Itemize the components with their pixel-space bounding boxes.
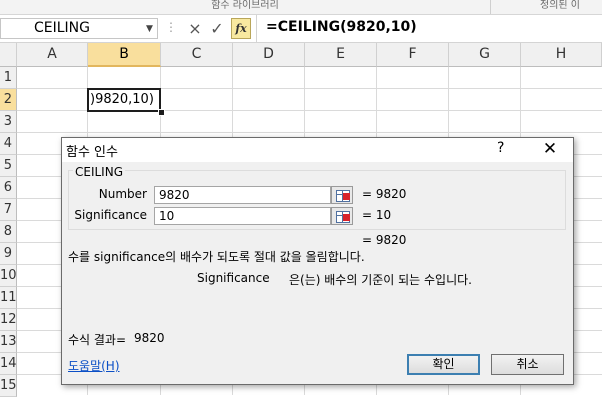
arg-description-name: Significance	[197, 271, 270, 285]
function-name-label: CEILING	[73, 165, 125, 179]
formula-bar-divider	[256, 15, 257, 42]
name-box-value: CEILING	[34, 20, 90, 36]
formula-result-value: 9820	[134, 331, 165, 345]
formula-input[interactable]: =CEILING(9820,10)	[266, 19, 417, 35]
function-result-preview: = 9820	[362, 233, 407, 247]
row-header-1[interactable]: 1	[0, 67, 17, 89]
row-header-10[interactable]: 10	[0, 265, 17, 287]
arg-description-text: 은(는) 배수의 기준이 되는 수입니다.	[289, 273, 472, 287]
grid-line	[17, 132, 602, 133]
active-cell-text: )9820,10)	[90, 92, 154, 107]
row-header-15[interactable]: 15	[0, 375, 17, 397]
significance-arg-result: = 10	[362, 208, 392, 222]
row-header-5[interactable]: 5	[0, 155, 17, 177]
row-header-11[interactable]: 11	[0, 287, 17, 309]
function-description: 수를 significance의 배수가 되도록 절대 값을 올림합니다.	[68, 250, 365, 264]
row-header-13[interactable]: 13	[0, 331, 17, 353]
cancel-icon[interactable]: ×	[185, 19, 205, 39]
row-header-8[interactable]: 8	[0, 221, 17, 243]
column-header-h[interactable]: H	[521, 43, 602, 67]
ribbon-group-defined-names[interactable]: 정의된 이	[540, 0, 602, 13]
column-header-b[interactable]: B	[88, 43, 161, 67]
row-header-4[interactable]: 4	[0, 133, 17, 155]
ribbon-group-function-library[interactable]: 함수 라이브러리	[160, 0, 330, 13]
chevron-down-icon[interactable]: ▼	[146, 24, 153, 34]
select-all-corner[interactable]	[0, 43, 17, 67]
column-header-f[interactable]: F	[377, 43, 449, 67]
row-header-2[interactable]: 2	[0, 89, 17, 111]
number-arg-label: Number	[98, 187, 147, 201]
column-header-a[interactable]: A	[17, 43, 88, 67]
row-header-6[interactable]: 6	[0, 177, 17, 199]
resize-grip-icon[interactable]: ⋮	[165, 20, 177, 34]
number-arg-input[interactable]: 9820	[154, 186, 331, 204]
enter-check-icon[interactable]: ✓	[207, 19, 227, 39]
significance-range-select-icon[interactable]	[331, 207, 353, 225]
row-header-9[interactable]: 9	[0, 243, 17, 265]
ok-button[interactable]: 확인	[407, 354, 480, 375]
column-header-g[interactable]: G	[449, 43, 521, 67]
formula-result-label: 수식 결과=	[68, 333, 127, 347]
column-header-e[interactable]: E	[305, 43, 377, 67]
insert-function-button[interactable]: fx	[231, 18, 251, 39]
row-header-3[interactable]: 3	[0, 111, 17, 133]
help-link[interactable]: 도움말(H)	[68, 357, 120, 374]
significance-arg-label: Significance	[74, 208, 147, 222]
close-icon[interactable]: ✕	[539, 137, 561, 161]
help-icon[interactable]: ?	[497, 140, 504, 156]
significance-arg-input[interactable]: 10	[154, 207, 331, 225]
column-header-d[interactable]: D	[233, 43, 305, 67]
number-arg-result: = 9820	[362, 187, 407, 201]
column-header-c[interactable]: C	[161, 43, 233, 67]
row-header-7[interactable]: 7	[0, 199, 17, 221]
dialog-title: 함수 인수	[66, 145, 118, 160]
cancel-button[interactable]: 취소	[491, 354, 564, 375]
row-header-14[interactable]: 14	[0, 353, 17, 375]
fill-handle[interactable]	[158, 109, 165, 116]
ribbon-separator	[490, 0, 491, 14]
number-range-select-icon[interactable]	[331, 186, 353, 204]
row-header-12[interactable]: 12	[0, 309, 17, 331]
